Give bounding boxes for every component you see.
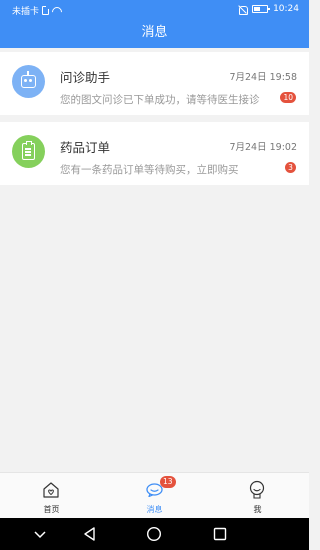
back-icon[interactable] xyxy=(82,526,98,542)
status-right: 10:24 xyxy=(238,4,299,15)
status-bar: 未插卡 10:24 xyxy=(0,0,309,20)
sim-icon xyxy=(42,6,50,15)
tab-home[interactable]: 首页 xyxy=(0,473,103,519)
message-title: 问诊助手 xyxy=(60,70,111,85)
recents-icon[interactable] xyxy=(212,526,228,542)
home-icon xyxy=(43,482,59,498)
user-icon xyxy=(249,480,265,499)
carrier-text: 未插卡 xyxy=(12,7,40,17)
avatar xyxy=(12,135,45,168)
message-item-consult-assistant[interactable]: 问诊助手 7月24日 19:58 您的图文问诊已下单成功，请等待医生接诊 10 xyxy=(0,52,309,115)
order-icon xyxy=(22,141,35,160)
avatar xyxy=(12,65,45,98)
robot-icon xyxy=(21,71,36,88)
message-title: 药品订单 xyxy=(60,140,111,155)
battery-icon xyxy=(252,5,271,13)
tab-label: 我 xyxy=(253,505,262,514)
tab-messages[interactable]: 13 消息 xyxy=(103,473,206,519)
tab-me[interactable]: 我 xyxy=(206,473,309,519)
tab-label: 首页 xyxy=(43,505,60,514)
chevron-down-icon[interactable] xyxy=(32,526,48,542)
bell-off-icon xyxy=(238,5,249,15)
message-preview: 您的图文问诊已下单成功，请等待医生接诊 xyxy=(60,94,260,106)
home-circle-icon[interactable] xyxy=(146,526,162,542)
page-title: 消息 xyxy=(141,25,168,40)
tab-label: 消息 xyxy=(146,505,163,514)
message-preview: 您有一条药品订单等待购买，立即购买 xyxy=(60,164,239,176)
message-time: 7月24日 19:02 xyxy=(229,142,297,153)
message-item-drug-order[interactable]: 药品订单 7月24日 19:02 您有一条药品订单等待购买，立即购买 3 xyxy=(0,122,309,185)
tab-bar: 首页 13 消息 我 xyxy=(0,472,309,518)
unread-badge: 3 xyxy=(285,162,296,173)
app-header: 未插卡 10:24 消息 xyxy=(0,0,309,48)
message-time: 7月24日 19:58 xyxy=(229,72,297,83)
unread-badge: 10 xyxy=(280,92,296,103)
status-time: 10:24 xyxy=(273,4,299,14)
tab-unread-badge: 13 xyxy=(160,476,176,488)
system-nav-bar xyxy=(0,518,309,550)
status-left: 未插卡 xyxy=(12,4,62,17)
wifi-icon xyxy=(52,7,62,15)
